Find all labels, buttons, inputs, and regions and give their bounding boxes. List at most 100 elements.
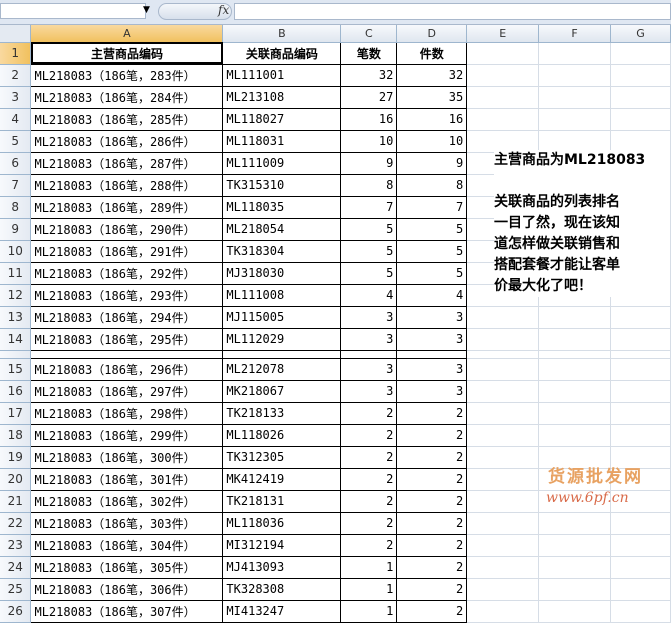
cell-empty[interactable] [610, 306, 671, 329]
cell-main-product[interactable]: ML218083（186笔，297件） [30, 380, 224, 403]
cell-main-product-header[interactable]: 主营商品编码 [30, 42, 224, 65]
cell-item-count[interactable]: 2 [396, 534, 468, 557]
cell-order-count-header[interactable]: 笔数 [340, 42, 398, 65]
cell-empty[interactable] [610, 424, 671, 447]
cell-empty[interactable] [466, 402, 540, 425]
cell-related-product[interactable]: ML112029 [222, 328, 342, 351]
cell-main-product[interactable]: ML218083（186笔，286件） [30, 130, 224, 153]
row-header[interactable]: 12 [0, 284, 32, 307]
cell-empty[interactable] [610, 556, 671, 579]
cell-order-count[interactable]: 5 [340, 262, 398, 285]
cell-main-product[interactable]: ML218083（186笔，302件） [30, 490, 224, 513]
cell-related-product[interactable]: ML118026 [222, 424, 342, 447]
cell-related-product[interactable]: MJ318030 [222, 262, 342, 285]
cell-empty[interactable] [466, 86, 540, 109]
cell-order-count[interactable]: 3 [340, 306, 398, 329]
cell-item-count[interactable]: 2 [396, 578, 468, 601]
cell-empty[interactable] [538, 306, 611, 329]
cell-empty[interactable] [466, 446, 540, 469]
cell-empty[interactable] [466, 578, 540, 601]
cell-item-count[interactable]: 5 [396, 218, 468, 241]
cell-empty[interactable] [466, 534, 540, 557]
cell-related-product[interactable]: TK312305 [222, 446, 342, 469]
row-header[interactable]: 8 [0, 196, 32, 219]
cell-main-product[interactable]: ML218083（186笔，295件） [30, 328, 224, 351]
cell-empty[interactable] [538, 358, 611, 381]
cell-main-product[interactable]: ML218083（186笔，292件） [30, 262, 224, 285]
cell-empty[interactable] [466, 358, 540, 381]
row-header[interactable]: 24 [0, 556, 32, 579]
cell-related-product[interactable]: MI413247 [222, 600, 342, 623]
cell-empty[interactable] [610, 86, 671, 109]
cell-item-count[interactable]: 10 [396, 130, 468, 153]
cell-order-count[interactable]: 7 [340, 196, 398, 219]
cell-empty[interactable] [610, 64, 671, 87]
cell-main-product[interactable]: ML218083（186笔，290件） [30, 218, 224, 241]
cell-empty[interactable] [538, 402, 611, 425]
cell-empty[interactable] [538, 534, 611, 557]
cell-empty[interactable] [466, 64, 540, 87]
cell-main-product[interactable]: ML218083（186笔，296件） [30, 358, 224, 381]
row-header[interactable]: 18 [0, 424, 32, 447]
cell-related-product[interactable]: MI312194 [222, 534, 342, 557]
formula-input[interactable] [234, 3, 671, 20]
row-header[interactable]: 1 [0, 42, 32, 65]
cell-related-product[interactable]: MK218067 [222, 380, 342, 403]
row-header[interactable]: 23 [0, 534, 32, 557]
cell-empty[interactable] [538, 42, 611, 65]
column-header-b[interactable]: B [222, 25, 342, 43]
cell-item-count[interactable]: 3 [396, 306, 468, 329]
cell-item-count[interactable]: 16 [396, 108, 468, 131]
cell-empty[interactable] [466, 490, 540, 513]
cell-empty[interactable] [538, 578, 611, 601]
row-header[interactable]: 20 [0, 468, 32, 491]
cell-item-count[interactable]: 2 [396, 468, 468, 491]
cell-related-product[interactable]: ML118035 [222, 196, 342, 219]
cell-empty[interactable] [466, 600, 540, 623]
cell-empty[interactable] [610, 600, 671, 623]
cell-related-product[interactable]: MJ115005 [222, 306, 342, 329]
row-header[interactable]: 5 [0, 130, 32, 153]
cell-order-count[interactable]: 2 [340, 446, 398, 469]
cell-empty[interactable] [466, 380, 540, 403]
cell-empty[interactable] [610, 578, 671, 601]
cell-order-count[interactable]: 27 [340, 86, 398, 109]
row-header[interactable]: 9 [0, 218, 32, 241]
cell-related-product[interactable]: TK315310 [222, 174, 342, 197]
cell-empty[interactable] [610, 108, 671, 131]
cell-empty[interactable] [538, 86, 611, 109]
column-header-c[interactable]: C [340, 25, 398, 43]
column-header-a[interactable]: A [30, 25, 224, 43]
cell-order-count[interactable]: 1 [340, 578, 398, 601]
cell-main-product[interactable]: ML218083（186笔，284件） [30, 86, 224, 109]
cell-main-product[interactable]: ML218083（186笔，298件） [30, 402, 224, 425]
cell-order-count[interactable]: 2 [340, 490, 398, 513]
cell-item-count[interactable]: 3 [396, 380, 468, 403]
cell-empty[interactable] [610, 42, 671, 65]
row-header[interactable]: 26 [0, 600, 32, 623]
cell-empty[interactable] [610, 130, 671, 153]
cell-item-count[interactable]: 5 [396, 240, 468, 263]
row-header[interactable]: 16 [0, 380, 32, 403]
cell-item-count[interactable]: 32 [396, 64, 468, 87]
cell-order-count[interactable]: 2 [340, 512, 398, 535]
row-header[interactable]: 25 [0, 578, 32, 601]
cell-order-count[interactable]: 3 [340, 328, 398, 351]
cell-related-product[interactable]: TK328308 [222, 578, 342, 601]
row-header[interactable]: 4 [0, 108, 32, 131]
row-header[interactable]: 6 [0, 152, 32, 175]
cell-empty[interactable] [538, 512, 611, 535]
cell-empty[interactable] [538, 424, 611, 447]
cell-empty[interactable] [466, 130, 540, 153]
cell-main-product[interactable]: ML218083（186笔，299件） [30, 424, 224, 447]
cell-main-product[interactable]: ML218083（186笔，291件） [30, 240, 224, 263]
cell-item-count[interactable]: 5 [396, 262, 468, 285]
cell-main-product[interactable]: ML218083（186笔，283件） [30, 64, 224, 87]
cell-related-product[interactable]: ML111009 [222, 152, 342, 175]
cell-order-count[interactable]: 2 [340, 534, 398, 557]
cell-empty[interactable] [466, 512, 540, 535]
column-header-g[interactable]: G [610, 25, 671, 43]
cell-item-count[interactable]: 9 [396, 152, 468, 175]
cell-main-product[interactable]: ML218083（186笔，293件） [30, 284, 224, 307]
cell-order-count[interactable]: 16 [340, 108, 398, 131]
